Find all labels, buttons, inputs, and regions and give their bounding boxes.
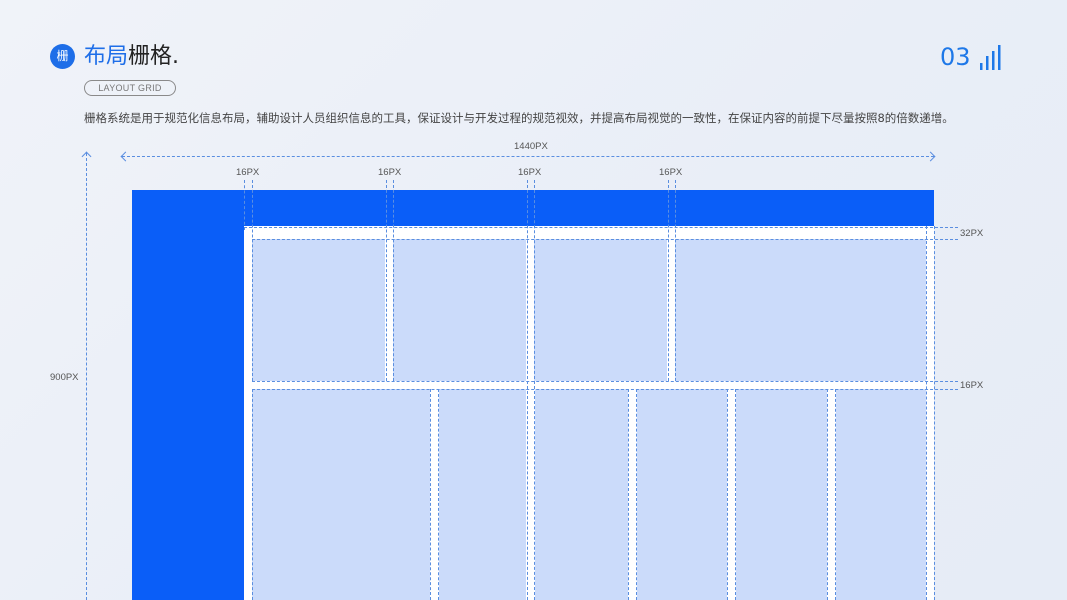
column-guide — [430, 389, 431, 600]
width-arrow-left-icon — [120, 151, 131, 162]
bar-chart-icon — [980, 45, 1001, 70]
column-guide — [735, 389, 736, 600]
margin-guide — [244, 227, 958, 228]
column-guide — [934, 226, 935, 600]
column-guide — [926, 226, 927, 600]
width-arrow-right-icon — [925, 151, 936, 162]
page-number: 03 — [940, 43, 971, 71]
row-gap-guide — [252, 381, 958, 382]
grid-cell — [675, 239, 926, 381]
width-dimension-line — [122, 156, 934, 157]
column-guide — [438, 389, 439, 600]
gutter-guide — [244, 180, 245, 230]
row-gap-label: 16PX — [960, 380, 984, 391]
margin-guide — [252, 239, 958, 240]
top-margin-label: 32PX — [960, 228, 984, 239]
grid-cell — [736, 389, 827, 600]
grid-cell — [439, 389, 526, 600]
description-text: 栅格系统是用于规范化信息布局，辅助设计人员组织信息的工具，保证设计与开发过程的规… — [84, 111, 954, 125]
grid-cell — [637, 389, 727, 600]
grid-cell — [393, 239, 526, 381]
sidebar — [132, 190, 244, 600]
gutter-guide — [393, 180, 394, 381]
height-label: 900PX — [50, 372, 79, 383]
gutter-label: 16PX — [518, 167, 542, 178]
column-guide — [252, 389, 253, 600]
page-title-dark: 栅格. — [128, 44, 180, 69]
column-guide — [636, 389, 637, 600]
gutter-guide — [386, 180, 387, 381]
gutter-guide — [534, 180, 535, 600]
height-arrow-up-icon — [81, 151, 92, 162]
page-title: 布局栅格. — [84, 42, 179, 72]
gutter-label: 16PX — [236, 167, 260, 178]
grid-cell — [252, 239, 385, 381]
grid-cell — [252, 389, 430, 600]
grid-cell — [534, 239, 667, 381]
gutter-guide — [675, 180, 676, 381]
height-dimension-line — [86, 153, 87, 600]
gutter-label: 16PX — [378, 167, 402, 178]
subtitle-pill: LAYOUT GRID — [84, 80, 176, 96]
gutter-guide — [668, 180, 669, 381]
grid-cell — [535, 389, 628, 600]
page-title-blue: 布局 — [84, 44, 129, 69]
gutter-guide — [527, 180, 528, 600]
gutter-guide — [252, 180, 253, 381]
column-guide — [827, 389, 828, 600]
gutter-label: 16PX — [659, 167, 683, 178]
column-guide — [835, 389, 836, 600]
grid-cell — [836, 389, 926, 600]
title-badge-icon: 栅 — [50, 44, 75, 69]
column-guide — [628, 389, 629, 600]
column-guide — [727, 389, 728, 600]
row-gap-guide — [252, 389, 958, 390]
width-label: 1440PX — [514, 141, 548, 152]
